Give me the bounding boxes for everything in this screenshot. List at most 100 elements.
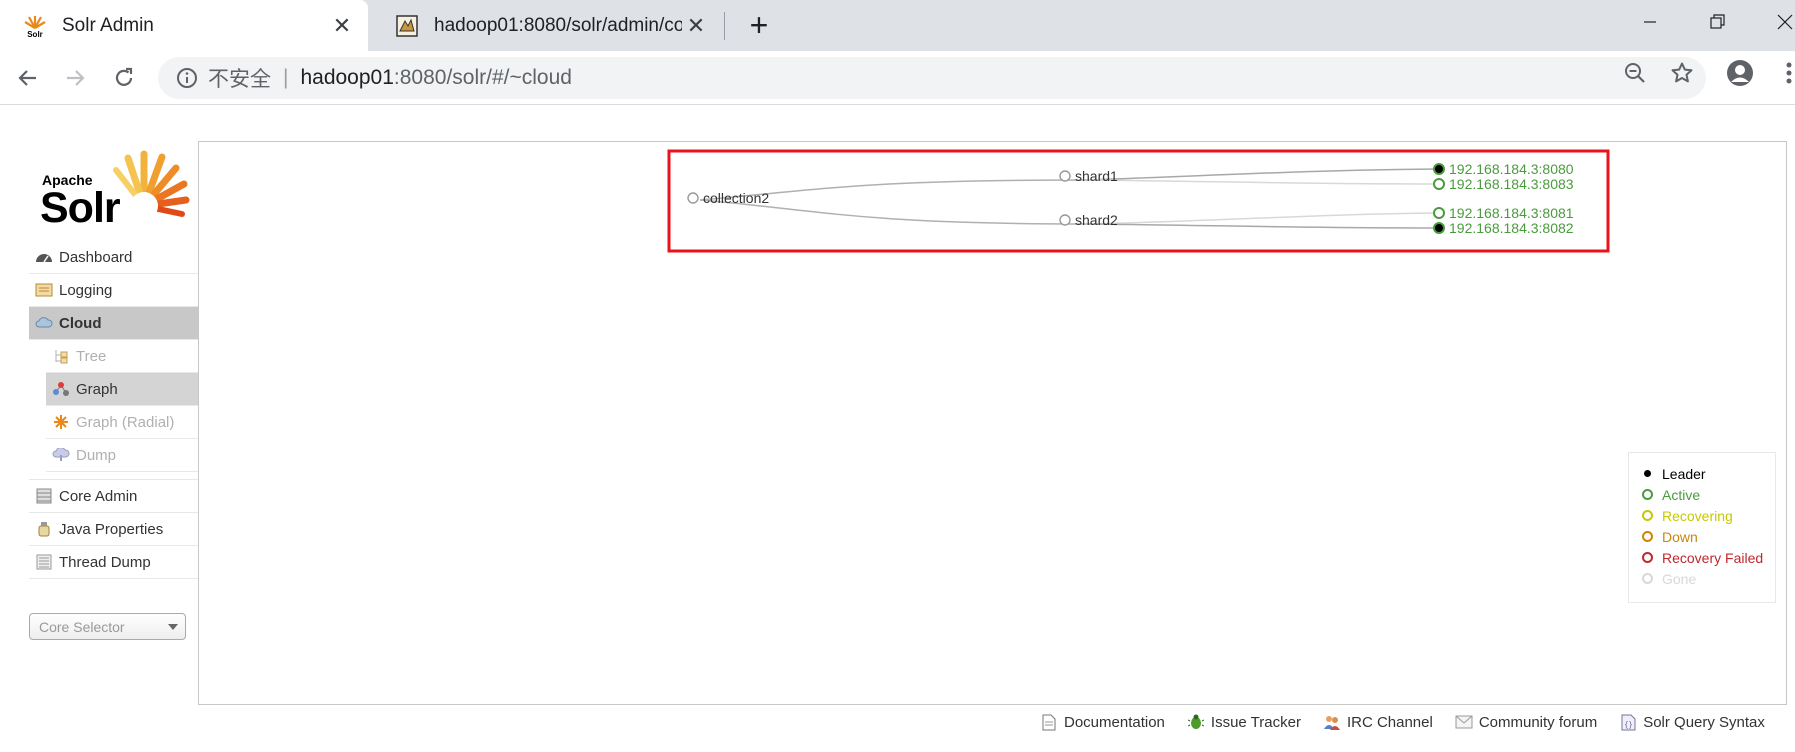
- solr-logo[interactable]: Apache Solr: [40, 148, 190, 232]
- footer-link-issue-tracker[interactable]: Issue Tracker: [1187, 713, 1301, 731]
- graph-icon: [52, 381, 70, 397]
- legend-label: Recovery Failed: [1662, 549, 1764, 566]
- sidebar-item-label: Java Properties: [59, 520, 164, 538]
- sidebar-item-java-properties[interactable]: Java Properties: [29, 513, 198, 546]
- graph-link: [1087, 223, 1440, 229]
- down-dot-icon: [1642, 531, 1653, 542]
- sidebar-item-label: Core Admin: [59, 487, 138, 505]
- replica-address[interactable]: 192.168.184.3:8083: [1449, 176, 1574, 192]
- graph-legend: Leader Active Recovering Down Recovery F…: [1628, 452, 1776, 603]
- security-label: 不安全: [208, 68, 271, 91]
- cloud-icon: [35, 315, 53, 331]
- footer-link-community-forum[interactable]: Community forum: [1455, 713, 1597, 731]
- shard-label[interactable]: shard2: [1075, 212, 1118, 228]
- legend-label: Active: [1662, 486, 1701, 503]
- logging-icon: [35, 282, 53, 298]
- bookmark-star-icon[interactable]: [1668, 59, 1696, 87]
- back-button[interactable]: [10, 60, 46, 96]
- thread-dump-icon: [35, 554, 53, 570]
- gone-dot-icon: [1642, 573, 1653, 584]
- sidebar-item-logging[interactable]: Logging: [29, 274, 198, 307]
- tab-hadoop-admin[interactable]: hadoop01:8080/solr/admin/co ✕: [372, 0, 722, 51]
- legend-leader: Leader: [1629, 463, 1775, 484]
- url-separator: |: [283, 66, 289, 89]
- recovery-failed-dot-icon: [1642, 552, 1653, 563]
- sidebar-item-tree[interactable]: Tree: [46, 340, 198, 373]
- footer-links: Documentation Issue Tracker IRC Channel …: [1040, 710, 1787, 734]
- footer-link-documentation[interactable]: Documentation: [1040, 713, 1165, 731]
- core-selector-value: Core Selector: [39, 618, 125, 635]
- close-tab-icon[interactable]: ✕: [328, 12, 356, 40]
- profile-avatar-icon[interactable]: [1726, 59, 1754, 87]
- dump-icon: [52, 447, 70, 463]
- query-syntax-icon: {}: [1619, 713, 1637, 731]
- legend-label: Down: [1662, 528, 1698, 545]
- legend-recovering: Recovering: [1629, 505, 1775, 526]
- dashboard-icon: [35, 249, 53, 265]
- sidebar-item-graph[interactable]: Graph: [46, 373, 198, 406]
- close-tab-icon[interactable]: ✕: [682, 12, 710, 40]
- sidebar-item-dump[interactable]: Dump: [46, 439, 198, 472]
- cloud-submenu: Tree Graph Graph (Radial) Dump: [46, 340, 198, 472]
- forward-button[interactable]: [57, 60, 93, 96]
- sidebar-item-label: Dump: [76, 446, 117, 464]
- shard-node[interactable]: [1059, 170, 1071, 182]
- replica-node-leader[interactable]: [1433, 222, 1445, 234]
- sidebar-item-core-admin[interactable]: Core Admin: [29, 480, 198, 513]
- recovering-dot-icon: [1642, 510, 1653, 521]
- restore-button[interactable]: [1693, 0, 1743, 44]
- radial-icon: [52, 414, 70, 430]
- menu-dots-icon[interactable]: [1775, 59, 1795, 87]
- legend-gone: Gone: [1629, 568, 1775, 589]
- leader-dot-icon: [1644, 470, 1651, 477]
- footer-link-irc-channel[interactable]: IRC Channel: [1323, 713, 1433, 731]
- sidebar-item-graph-radial[interactable]: Graph (Radial): [46, 406, 198, 439]
- reload-button[interactable]: [106, 60, 142, 96]
- java-icon: [35, 521, 53, 537]
- replica-address[interactable]: 192.168.184.3:8082: [1449, 220, 1574, 236]
- url-host: hadoop01: [300, 66, 394, 89]
- new-tab-button[interactable]: +: [742, 7, 776, 43]
- zoom-icon[interactable]: [1621, 59, 1649, 87]
- sidebar-item-cloud[interactable]: Cloud: [29, 307, 198, 340]
- svg-text:{}: {}: [1624, 722, 1632, 730]
- sidebar-item-label: Logging: [59, 281, 113, 299]
- svg-text:Solr: Solr: [27, 30, 43, 38]
- footer-link-label: Community forum: [1478, 713, 1598, 731]
- sidebar-item-label: Cloud: [59, 314, 102, 332]
- solr-favicon: Solr: [22, 13, 48, 39]
- tab-separator: [724, 12, 725, 40]
- close-window-button[interactable]: [1760, 0, 1795, 44]
- legend-down: Down: [1629, 526, 1775, 547]
- sidebar-item-label: Graph: [76, 380, 118, 398]
- core-selector[interactable]: Core Selector: [29, 613, 186, 640]
- cloud-graph: collection2 shard1 shard2 192.168.184.3:…: [667, 149, 1610, 253]
- sidebar-menu: Dashboard Logging Cloud Tree Graph Graph…: [29, 241, 198, 579]
- legend-active: Active: [1629, 484, 1775, 505]
- sidebar-item-label: Dashboard: [59, 248, 133, 266]
- active-dot-icon: [1642, 489, 1653, 500]
- collection-label[interactable]: collection2: [703, 190, 769, 206]
- replica-node-leader[interactable]: [1433, 163, 1445, 175]
- chevron-down-icon: [168, 624, 178, 630]
- solr-admin-page: Apache Solr Dashboard Logging Cloud Tree…: [0, 106, 1795, 752]
- sidebar-item-dashboard[interactable]: Dashboard: [29, 241, 198, 274]
- tab-solr-admin[interactable]: Solr Solr Admin ✕: [0, 0, 368, 51]
- shard-node[interactable]: [1059, 214, 1071, 226]
- sidebar-divider: [29, 472, 198, 480]
- address-toolbar: 不安全 | hadoop01 :8080/solr/#/~cloud: [0, 51, 1795, 105]
- graph-link: [1087, 168, 1440, 181]
- minimize-button[interactable]: [1625, 0, 1675, 44]
- sidebar-item-thread-dump[interactable]: Thread Dump: [29, 546, 198, 579]
- footer-link-solr-query-syntax[interactable]: {} Solr Query Syntax: [1619, 713, 1765, 731]
- collection-node[interactable]: [687, 192, 699, 204]
- info-icon[interactable]: [174, 65, 200, 91]
- tomcat-favicon: [394, 13, 420, 39]
- replica-address[interactable]: 192.168.184.3:8081: [1449, 205, 1574, 221]
- replica-address[interactable]: 192.168.184.3:8080: [1449, 161, 1574, 177]
- replica-node-active[interactable]: [1433, 207, 1445, 219]
- shard-label[interactable]: shard1: [1075, 168, 1118, 184]
- omnibox[interactable]: 不安全 | hadoop01 :8080/solr/#/~cloud: [158, 57, 1706, 99]
- replica-node-active[interactable]: [1433, 178, 1445, 190]
- sidebar-item-label: Thread Dump: [59, 553, 151, 571]
